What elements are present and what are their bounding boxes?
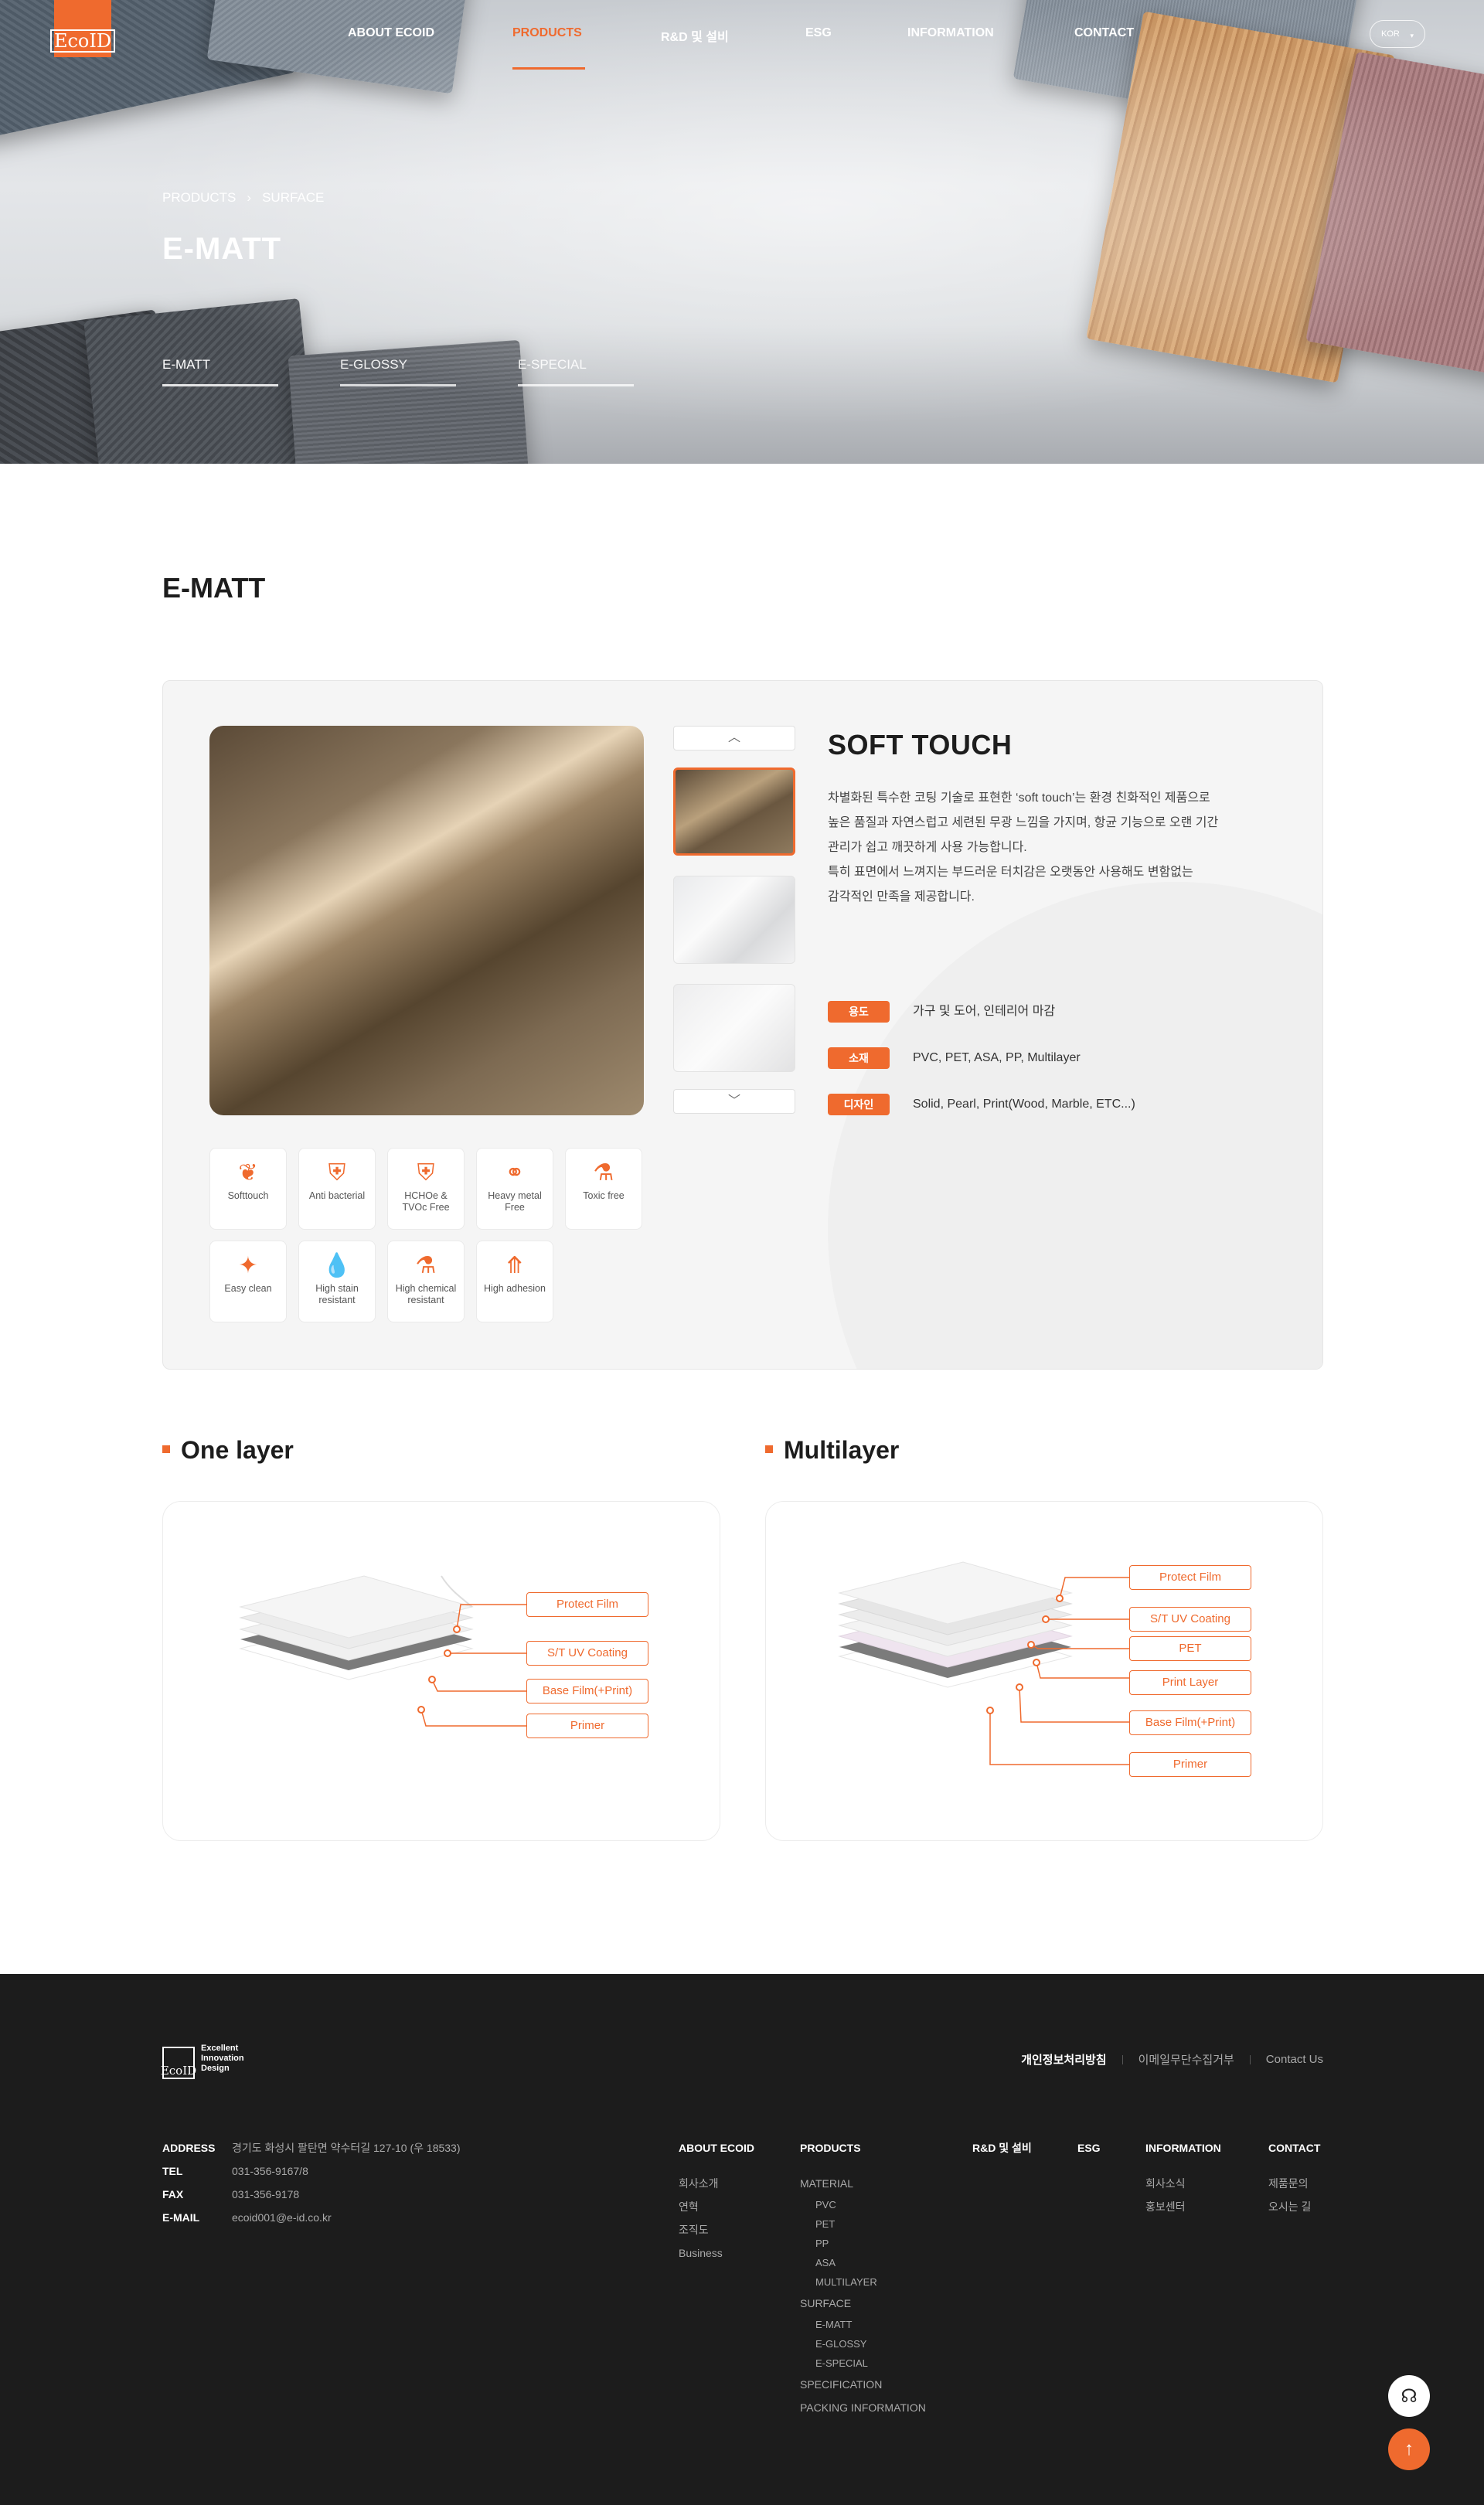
label-base-film: Base Film(+Print) — [1129, 1710, 1251, 1735]
label-protect-film: Protect Film — [526, 1592, 648, 1617]
page-title: E-MATT — [162, 232, 282, 266]
footer: EcoID Excellent Innovation Design 개인정보처리… — [0, 1974, 1484, 2505]
thumb-next-button[interactable]: ﹀ — [673, 1089, 795, 1114]
spec-tag-material: 소재 — [828, 1047, 890, 1069]
footer-col-rnd: R&D 및 설비 — [972, 2142, 1032, 2154]
feature-stain-resistant: 💧 High stain resistant — [298, 1241, 376, 1322]
contact-us-link[interactable]: Contact Us — [1266, 2053, 1323, 2066]
feature-high-adhesion: ⤊ High adhesion — [476, 1241, 553, 1322]
nav-esg[interactable]: ESG — [805, 26, 832, 40]
shield-leaf-icon: ⛨ — [417, 1160, 435, 1186]
label-protect-film: Protect Film — [1129, 1565, 1251, 1590]
thumb-white[interactable] — [673, 984, 795, 1072]
tab-e-glossy[interactable]: E-GLOSSY — [340, 357, 456, 386]
label-st-uv-coating: S/T UV Coating — [1129, 1607, 1251, 1632]
headset-icon: ☊ — [1401, 2385, 1418, 2407]
label-print-layer: Print Layer — [1129, 1670, 1251, 1695]
breadcrumb-surface[interactable]: SURFACE — [262, 190, 324, 206]
chevron-up-icon: ︿ — [727, 731, 740, 744]
one-layer-title: One layer — [162, 1436, 294, 1464]
nav-products[interactable]: PRODUCTS — [512, 26, 582, 40]
hero-banner: EcoID ABOUT ECOID PRODUCTS R&D 및 설비 ESG … — [0, 0, 1484, 464]
nav-rnd[interactable]: R&D 및 설비 — [661, 26, 729, 45]
label-st-uv-coating: S/T UV Coating — [526, 1641, 648, 1666]
customer-support-button[interactable]: ☊ — [1388, 2375, 1430, 2417]
spec-tag-design: 디자인 — [828, 1094, 890, 1115]
product-name: SOFT TOUCH — [828, 729, 1013, 761]
label-base-film: Base Film(+Print) — [526, 1679, 648, 1703]
thumb-marble[interactable] — [673, 876, 795, 964]
chevron-down-icon: ▾ — [1410, 32, 1414, 39]
tab-e-special[interactable]: E-SPECIAL — [518, 357, 634, 386]
one-layer-illustration — [239, 1575, 526, 1727]
adhesion-icon: ⤊ — [505, 1253, 525, 1278]
one-layer-diagram: Protect Film S/T UV Coating Base Film(+P… — [162, 1501, 720, 1841]
feature-easy-clean: ✦ Easy clean — [209, 1241, 287, 1322]
thumb-prev-button[interactable]: ︿ — [673, 726, 795, 750]
nav-contact[interactable]: CONTACT — [1074, 26, 1134, 40]
email-refusal-link[interactable]: 이메일무단수집거부 — [1139, 2051, 1234, 2068]
spec-value-design: Solid, Pearl, Print(Wood, Marble, ETC...… — [913, 1098, 1135, 1111]
privacy-policy-link[interactable]: 개인정보처리방침 — [1021, 2051, 1106, 2068]
molecule-icon: ⚭ — [505, 1160, 525, 1186]
language-select[interactable]: KOR ▾ — [1370, 20, 1425, 48]
feature-toxic-free: ⚗ Toxic free — [565, 1148, 642, 1230]
chevron-down-icon: ﹀ — [727, 1094, 740, 1108]
label-primer: Primer — [1129, 1752, 1251, 1777]
nav-information[interactable]: INFORMATION — [907, 26, 994, 40]
spec-value-usage: 가구 및 도어, 인테리어 마감 — [913, 1005, 1056, 1018]
breadcrumb-products[interactable]: PRODUCTS — [162, 190, 236, 206]
footer-slogan: Excellent Innovation Design — [201, 2044, 244, 2073]
spec-value-material: PVC, PET, ASA, PP, Multilayer — [913, 1051, 1081, 1064]
product-description: 차별화된 특수한 코팅 기술로 표현한 ‘soft touch’는 환경 친화적… — [828, 791, 1219, 904]
beaker-icon: ⚗ — [415, 1253, 437, 1278]
arrow-up-icon: ↑ — [1404, 2439, 1414, 2459]
shield-icon: ⛨ — [328, 1160, 346, 1186]
chevron-right-icon: › — [247, 190, 252, 205]
flask-icon: ⚗ — [593, 1160, 614, 1186]
feature-antibacterial: ⛨ Anti bacterial — [298, 1148, 376, 1230]
feature-chemical-resistant: ⚗ High chemical resistant — [387, 1241, 465, 1322]
spec-tag-usage: 용도 — [828, 1001, 890, 1023]
multilayer-diagram: Protect Film S/T UV Coating PET Print La… — [765, 1501, 1323, 1841]
company-info: ADDRESS 경기도 화성시 팔탄면 약수터길 127-10 (우 18533)… — [162, 2142, 461, 2224]
footer-links: 개인정보처리방침 이메일무단수집거부 Contact Us — [1021, 2051, 1323, 2068]
footer-col-information: INFORMATION 회사소식 홍보센터 — [1145, 2142, 1221, 2213]
nav-active-indicator — [512, 67, 585, 70]
breadcrumb: PRODUCTS › SURFACE — [162, 190, 324, 206]
multilayer-title: Multilayer — [764, 1436, 900, 1464]
label-primer: Primer — [526, 1714, 648, 1738]
feature-softtouch: ❦ Softtouch — [209, 1148, 287, 1230]
feature-heavy-metal-free: ⚭ Heavy metal Free — [476, 1148, 553, 1230]
sparkle-icon: ✦ — [238, 1253, 258, 1278]
section-title: E-MATT — [162, 572, 266, 604]
thumb-soft-touch[interactable] — [673, 767, 795, 856]
leaf-icon: ❦ — [238, 1160, 258, 1186]
product-card: ❦ Softtouch ⛨ Anti bacterial ⛨ HCHOe & TVOc… — [162, 680, 1323, 1370]
drops-icon: 💧 — [322, 1253, 352, 1278]
product-main-image — [209, 726, 644, 1115]
feature-hcho-free: ⛨ HCHOe & TVOc Free — [387, 1148, 465, 1230]
footer-col-contact: CONTACT 제품문의 오시는 길 — [1268, 2142, 1321, 2213]
footer-col-about: ABOUT ECOID 회사소개 연혁 조직도 Business — [679, 2142, 754, 2259]
footer-logo[interactable]: EcoID — [161, 2047, 196, 2079]
footer-col-esg: ESG — [1077, 2142, 1101, 2154]
tab-e-matt[interactable]: E-MATT — [162, 357, 278, 386]
nav-about[interactable]: ABOUT ECOID — [348, 26, 434, 40]
scroll-top-button[interactable]: ↑ — [1388, 2428, 1430, 2470]
footer-col-products: PRODUCTS MATERIAL PVC PET PP ASA MULTILA… — [800, 2142, 926, 2414]
label-pet: PET — [1129, 1636, 1251, 1661]
main-nav: ABOUT ECOID PRODUCTS R&D 및 설비 ESG INFORM… — [0, 26, 1484, 70]
